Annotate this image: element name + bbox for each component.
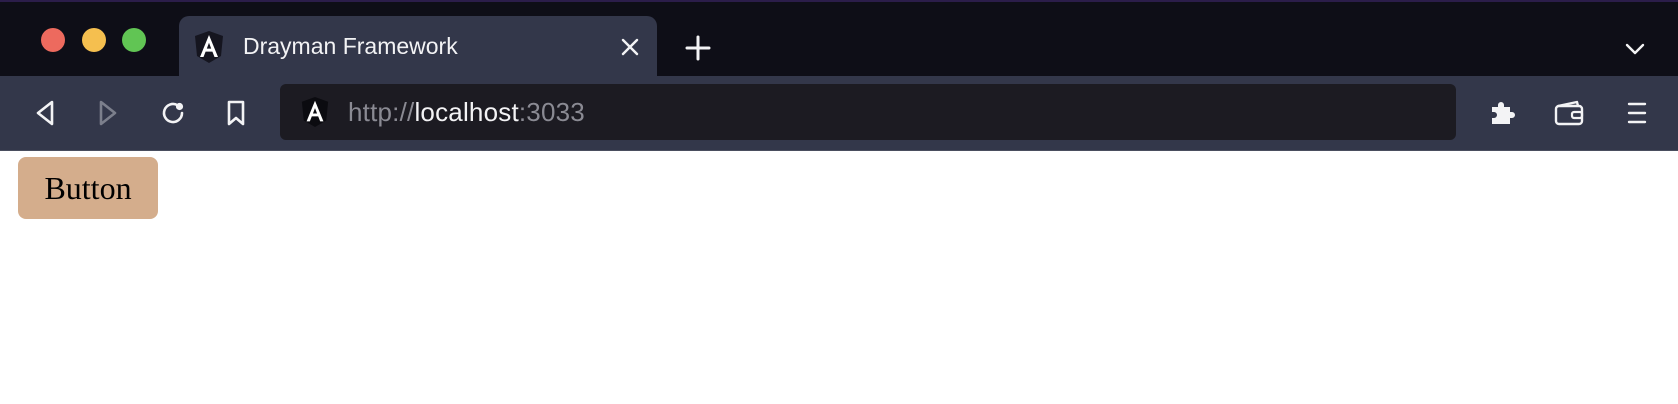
angular-logo-icon — [193, 30, 225, 64]
page-button[interactable]: Button — [18, 157, 158, 219]
chevron-down-icon[interactable] — [1620, 34, 1650, 64]
close-icon[interactable] — [615, 32, 645, 62]
back-arrow-icon[interactable] — [26, 94, 64, 132]
tab-active[interactable]: Drayman Framework — [179, 16, 657, 78]
page-content: Button — [0, 151, 1678, 404]
puzzle-piece-icon[interactable] — [1483, 94, 1521, 132]
tab-strip: Drayman Framework — [0, 0, 1678, 78]
navigation-toolbar: http://localhost:3033 — [0, 76, 1678, 150]
url-port: :3033 — [518, 97, 585, 127]
wallet-icon[interactable] — [1550, 94, 1588, 132]
plus-icon[interactable] — [682, 32, 714, 64]
tab-title: Drayman Framework — [243, 33, 458, 59]
bookmark-icon[interactable] — [217, 94, 255, 132]
url-bar[interactable]: http://localhost:3033 — [280, 84, 1456, 140]
hamburger-menu-icon[interactable] — [1618, 94, 1656, 132]
reload-icon[interactable] — [154, 94, 192, 132]
url-host: localhost — [414, 97, 519, 127]
url-text[interactable]: http://localhost:3033 — [348, 97, 585, 128]
url-scheme: http:// — [348, 97, 415, 127]
forward-arrow-icon[interactable] — [89, 94, 127, 132]
angular-logo-icon — [300, 96, 330, 128]
window-minimize-button[interactable] — [82, 28, 106, 52]
browser-window: Drayman Framework http://localhost:3033 … — [0, 0, 1678, 404]
window-close-button[interactable] — [41, 28, 65, 52]
window-zoom-button[interactable] — [122, 28, 146, 52]
